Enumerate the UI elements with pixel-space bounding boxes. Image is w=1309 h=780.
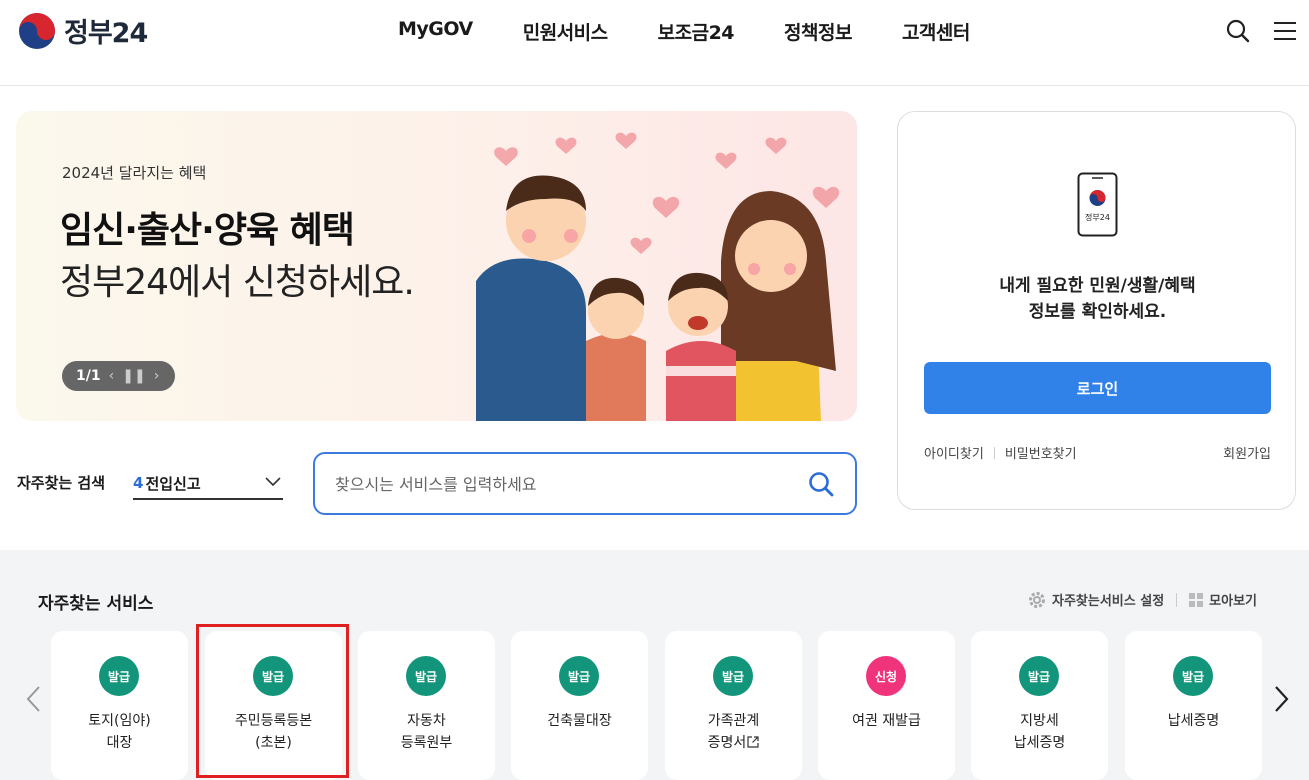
services-settings-label: 자주찾는서비스 설정 xyxy=(1051,594,1165,609)
service-label-line2-text: 증명서 xyxy=(707,735,747,751)
divider xyxy=(993,446,995,459)
external-link-icon xyxy=(746,735,759,751)
service-card-label: 납세증명 xyxy=(1125,710,1262,732)
taegeuk-logo-icon xyxy=(19,12,55,49)
issue-badge: 발급 xyxy=(1019,656,1059,696)
service-label-line1: 지방세 xyxy=(1020,713,1059,729)
service-card-land-register[interactable]: 발급토지(임야) 대장 xyxy=(51,631,188,780)
signup-link[interactable]: 회원가입 xyxy=(1223,443,1271,462)
collect-view-button[interactable]: 모아보기 xyxy=(1189,590,1257,609)
selection-highlight xyxy=(196,624,349,778)
service-label-line1: 가족관계 xyxy=(707,713,760,729)
chevron-down-icon xyxy=(265,477,281,487)
search-submit-icon[interactable] xyxy=(807,470,835,498)
service-card-building-register[interactable]: 발급건축물대장 xyxy=(511,631,648,780)
service-card-family-relation-cert[interactable]: 발급가족관계증명서 xyxy=(665,631,802,780)
nav-mygov[interactable]: MyGOV xyxy=(398,18,473,45)
service-label-line2-text: 납세증명 xyxy=(1013,735,1066,751)
next-slide-icon[interactable]: › xyxy=(154,368,160,384)
gear-icon xyxy=(1028,591,1045,608)
service-card-label: 자동차등록원부 xyxy=(358,710,495,754)
banner-subtitle: 2024년 달라지는 혜택 xyxy=(62,164,207,182)
nav-civil-service[interactable]: 민원서비스 xyxy=(523,18,608,45)
gov24-logo[interactable]: 정부24 xyxy=(18,11,148,50)
frequent-services-title: 자주찾는 서비스 xyxy=(38,594,154,614)
service-label-line1: 토지(임야) xyxy=(88,713,151,729)
main-nav: MyGOV 민원서비스 보조금24 정책정보 고객센터 xyxy=(398,18,970,45)
prev-slide-icon[interactable]: ‹ xyxy=(109,368,115,384)
issue-badge: 발급 xyxy=(559,656,599,696)
service-label-line1: 납세증명 xyxy=(1167,713,1220,729)
banner-pager: 1/1 xyxy=(76,368,101,384)
login-message-line1: 내게 필요한 민원/생활/혜택 xyxy=(999,276,1196,296)
nav-customer-center[interactable]: 고객센터 xyxy=(902,18,970,45)
main-banner[interactable]: 2024년 달라지는 혜택 임신·출산·양육 혜택 정부24에서 신청하세요. … xyxy=(16,111,857,421)
frequent-search-rank: 4 xyxy=(133,474,144,492)
service-label-line1: 건축물대장 xyxy=(547,713,612,729)
service-card-label: 지방세납세증명 xyxy=(971,710,1108,754)
service-card-vehicle-register[interactable]: 발급자동차등록원부 xyxy=(358,631,495,780)
frequent-search-label: 자주찾는 검색 xyxy=(17,474,106,492)
chevron-left-icon[interactable] xyxy=(24,684,44,714)
collect-view-label: 모아보기 xyxy=(1209,594,1257,609)
issue-badge: 발급 xyxy=(406,656,446,696)
service-label-line2: 납세증명 xyxy=(971,732,1108,754)
issue-badge: 발급 xyxy=(1173,656,1213,696)
service-card-label: 가족관계증명서 xyxy=(665,710,802,754)
service-search-box xyxy=(313,452,857,515)
site-header: 정부24 MyGOV 민원서비스 보조금24 정책정보 고객센터 xyxy=(0,0,1309,86)
banner-controls: 1/1 ‹ ❚❚ › xyxy=(62,361,175,391)
device-label: 정부24 xyxy=(1085,212,1110,222)
service-label-line2: 대장 xyxy=(51,732,188,754)
login-links: 아이디찾기 비밀번호찾기 회원가입 xyxy=(924,443,1271,462)
service-card-passport-reissue[interactable]: 신청여권 재발급 xyxy=(818,631,955,780)
service-card-label: 여권 재발급 xyxy=(818,710,955,732)
logo-text: 정부24 xyxy=(64,18,148,49)
find-id-link[interactable]: 아이디찾기 xyxy=(924,443,984,462)
banner-subline: 정부24에서 신청하세요. xyxy=(60,262,415,303)
search-icon[interactable] xyxy=(1225,18,1251,44)
pause-icon[interactable]: ❚❚ xyxy=(122,368,145,384)
banner-title: 임신·출산·양육 혜택 xyxy=(60,210,355,251)
hamburger-menu-icon[interactable] xyxy=(1272,18,1298,44)
apply-badge: 신청 xyxy=(866,656,906,696)
service-label-line1: 여권 재발급 xyxy=(852,713,921,729)
login-card: 정부24 내게 필요한 민원/생활/혜택 정보를 확인하세요. 로그인 아이디찾… xyxy=(897,111,1296,510)
login-button[interactable]: 로그인 xyxy=(924,362,1271,414)
chevron-right-icon[interactable] xyxy=(1271,684,1291,714)
service-label-line2-text: 대장 xyxy=(106,735,133,751)
service-label-line2: 증명서 xyxy=(665,732,802,754)
service-card-tax-payment-cert[interactable]: 발급납세증명 xyxy=(1125,631,1262,780)
find-password-link[interactable]: 비밀번호찾기 xyxy=(1005,443,1077,462)
divider xyxy=(1176,592,1178,607)
nav-policy-info[interactable]: 정책정보 xyxy=(784,18,852,45)
frequent-search-dropdown[interactable]: 4 전입신고 xyxy=(133,468,283,500)
service-card-label: 토지(임야) 대장 xyxy=(51,710,188,754)
service-label-line2-text: 등록원부 xyxy=(400,735,453,751)
service-label-line1: 자동차 xyxy=(407,713,446,729)
service-card-label: 건축물대장 xyxy=(511,710,648,732)
service-card-local-tax-cert[interactable]: 발급지방세납세증명 xyxy=(971,631,1108,780)
services-tools: 자주찾는서비스 설정 모아보기 xyxy=(1028,590,1257,609)
grid-icon xyxy=(1189,592,1204,607)
nav-subsidy24[interactable]: 보조금24 xyxy=(658,18,735,45)
mobile-id-icon: 정부24 xyxy=(1077,172,1118,237)
login-message-line2: 정보를 확인하세요. xyxy=(1028,302,1167,322)
service-search-input[interactable] xyxy=(335,470,805,498)
issue-badge: 발급 xyxy=(99,656,139,696)
login-message: 내게 필요한 민원/생활/혜택 정보를 확인하세요. xyxy=(898,273,1297,325)
service-label-line2: 등록원부 xyxy=(358,732,495,754)
family-illustration xyxy=(476,132,840,421)
frequent-search-keyword: 전입신고 xyxy=(145,474,201,493)
services-settings-button[interactable]: 자주찾는서비스 설정 xyxy=(1028,590,1164,609)
issue-badge: 발급 xyxy=(713,656,753,696)
